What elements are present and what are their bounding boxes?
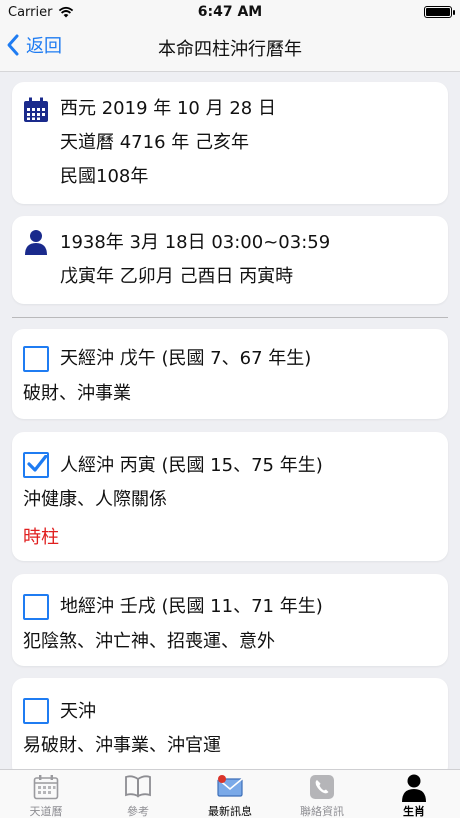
status-bar: Carrier 6:47 AM [0,0,460,24]
birth-datetime: 1938年 3月 18日 03:00~03:59 [60,232,331,253]
page-title: 本命四柱沖行曆年 [158,38,302,60]
mail-icon [217,775,243,797]
clash-item-description: 破財、沖事業 [23,383,131,404]
main-content[interactable]: 西元 2019 年 10 月 28 日 天道曆 4716 年 己亥年 民國108… [0,72,460,769]
minguo-date: 民國108年 [60,166,149,187]
person-icon [25,230,47,255]
person-card: 1938年 3月 18日 03:00~03:59 戊寅年 乙卯月 己酉日 丙寅時 [12,216,448,304]
checkbox-checked[interactable] [23,452,49,478]
clash-item-tian[interactable]: 天沖 易破財、沖事業、沖官運 [12,678,448,769]
tab-bar: 天道曆 參考 最新訊息 聯絡資訊 生肖 [0,769,460,818]
tab-label: 聯絡資訊 [300,805,344,818]
checkbox-unchecked[interactable] [23,594,49,620]
tab-label: 參考 [127,805,149,818]
tab-label: 生肖 [403,805,425,818]
tab-label: 天道曆 [29,805,63,818]
clash-item-description: 犯陰煞、沖亡神、招喪運、意外 [23,631,275,652]
navigation-bar: 返回 本命四柱沖行曆年 [0,24,460,72]
calendar-icon [33,775,59,800]
tab-tiandao-calendar[interactable]: 天道曆 [0,770,92,818]
checkbox-unchecked[interactable] [23,346,49,372]
tab-label: 最新訊息 [208,805,252,818]
checkbox-unchecked[interactable] [23,698,49,724]
status-time: 6:47 AM [197,4,263,20]
section-divider [12,317,448,318]
tab-latest-news[interactable]: 最新訊息 [184,770,276,818]
clash-item-title: 天沖 [60,701,96,722]
clash-item-ren-jing[interactable]: 人經沖 丙寅 (民國 15、75 年生) 沖健康、人際關係 時柱 [12,432,448,561]
checkmark-icon [27,455,47,472]
clash-item-title: 地經沖 壬戌 (民國 11、71 年生) [60,596,323,617]
battery-icon [424,6,455,18]
calendar-icon [24,97,48,122]
clash-item-description: 易破財、沖事業、沖官運 [23,735,221,756]
clash-item-tian-jing[interactable]: 天經沖 戊午 (民國 7、67 年生) 破財、沖事業 [12,329,448,419]
clash-item-di-jing[interactable]: 地經沖 壬戌 (民國 11、71 年生) 犯陰煞、沖亡神、招喪運、意外 [12,574,448,666]
tab-reference[interactable]: 參考 [92,770,184,818]
tiandao-date: 天道曆 4716 年 己亥年 [60,132,249,153]
clash-item-note: 時柱 [23,527,59,548]
date-card: 西元 2019 年 10 月 28 日 天道曆 4716 年 己亥年 民國108… [12,82,448,204]
gregorian-date: 西元 2019 年 10 月 28 日 [60,98,276,119]
tab-contact-info[interactable]: 聯絡資訊 [276,770,368,818]
clash-item-title: 人經沖 丙寅 (民國 15、75 年生) [60,455,323,476]
phone-icon [310,775,334,799]
book-icon [125,775,151,798]
birth-pillars: 戊寅年 乙卯月 己酉日 丙寅時 [60,266,294,287]
tab-zodiac[interactable]: 生肖 [368,770,460,818]
clash-item-title: 天經沖 戊午 (民國 7、67 年生) [60,348,312,369]
person-icon [402,774,426,802]
clash-item-description: 沖健康、人際關係 [23,489,167,510]
